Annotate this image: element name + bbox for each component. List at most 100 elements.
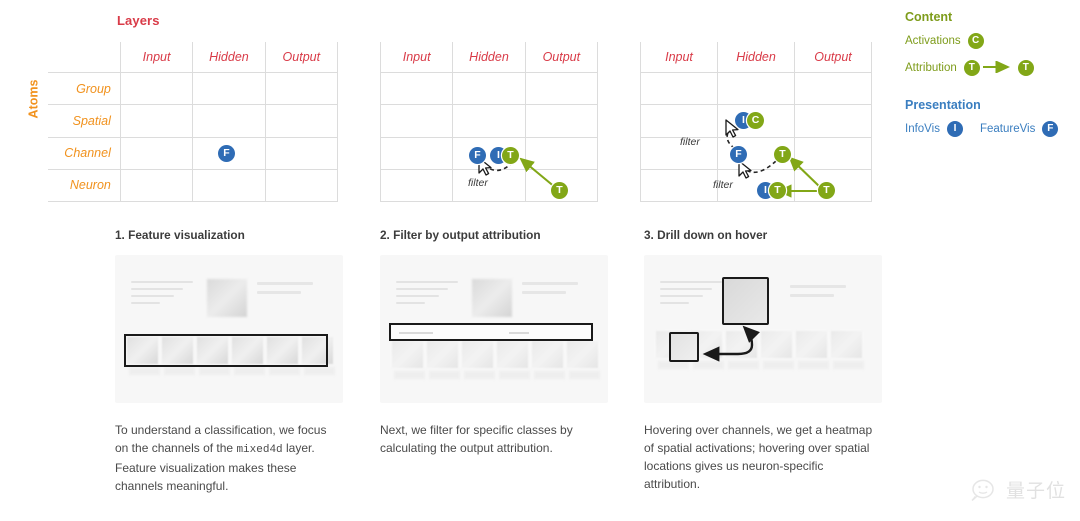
mock-image <box>207 279 247 317</box>
cell-channel-hidden <box>192 136 266 170</box>
cell-group-hidden <box>717 71 795 106</box>
panel-2-thumbnail[interactable] <box>380 255 608 403</box>
cell-spatial-input <box>640 104 718 138</box>
cell-group-output <box>524 71 599 106</box>
cell-spatial-output <box>264 104 339 138</box>
cell-group-output <box>794 71 872 106</box>
panel-feature-visualization: 1. Feature visualization To understand a… <box>115 228 343 495</box>
watermark: 量子位 <box>969 476 1066 503</box>
mock-text-lines <box>131 281 193 309</box>
wechat-face-icon <box>971 479 994 501</box>
column-header-input: Input <box>119 42 194 73</box>
mock-channel-strip <box>392 341 598 368</box>
row-label-channel: Channel <box>48 136 121 170</box>
cell-channel-hidden <box>452 136 526 170</box>
cell-neuron-input <box>119 168 194 203</box>
legend: Content Activations C Attribution T T Pr… <box>905 10 1080 148</box>
panels-region: 1. Feature visualization To understand a… <box>0 228 1080 521</box>
cell-neuron-hidden <box>452 168 526 203</box>
column-header-hidden: Hidden <box>452 42 526 73</box>
mock-strip-shadow <box>129 367 335 375</box>
legend-label-attribution: Attribution <box>905 62 957 74</box>
cell-spatial-output <box>794 104 872 138</box>
matrix-3: Input Hidden Output I C F T I T T filter… <box>640 42 872 203</box>
legend-item-attribution: Attribution T T <box>905 59 1080 76</box>
mock-tags <box>522 282 578 300</box>
legend-heading-content: Content <box>905 10 953 24</box>
legend-row-presentation: InfoVis I FeatureVis F <box>905 121 1080 137</box>
matrix-axis-label-atoms: Atoms <box>26 79 41 119</box>
cell-neuron-input <box>640 168 718 203</box>
panel-filter-by-output-attribution: 2. Filter by output attribution Next, we… <box>380 228 608 457</box>
cell-neuron-output <box>794 168 872 203</box>
cell-spatial-input <box>379 104 454 138</box>
cell-channel-output <box>264 136 339 170</box>
filter-bar[interactable] <box>389 323 593 341</box>
highlight-box-channels <box>124 334 328 367</box>
cell-channel-hidden <box>717 136 795 170</box>
panel-3-arrows <box>702 325 760 362</box>
column-header-hidden: Hidden <box>717 42 795 73</box>
mock-tags <box>257 282 313 300</box>
cell-group-input <box>379 71 454 106</box>
column-header-output: Output <box>794 42 872 73</box>
cell-channel-output <box>524 136 599 170</box>
badge-activations-icon: C <box>967 33 984 49</box>
panel-3-caption: Hovering over channels, we get a heatmap… <box>644 421 882 493</box>
legend-heading-presentation: Presentation <box>905 98 981 112</box>
matrix-corner <box>48 42 120 73</box>
legend-label-activations: Activations <box>905 35 961 47</box>
badge-infovis-icon: I <box>946 121 963 137</box>
arrow-right-icon <box>982 59 1016 76</box>
cell-neuron-hidden <box>192 168 266 203</box>
cell-spatial-output <box>524 104 599 138</box>
row-label-spatial: Spatial <box>48 104 121 138</box>
cell-channel-input <box>640 136 718 170</box>
panel-1-title: 1. Feature visualization <box>115 228 245 242</box>
legend-item-activations: Activations C <box>905 33 1080 49</box>
panel-1-caption: To understand a classification, we focus… <box>115 421 343 495</box>
panel-drill-down-on-hover: 3. Drill down on hover Hovering over cha… <box>644 228 882 493</box>
panel-2-caption: Next, we filter for specific classes by … <box>380 421 608 457</box>
cell-group-input <box>119 71 194 106</box>
mock-strip-shadow <box>394 371 600 379</box>
badge-featurevis-icon: F <box>1042 121 1059 137</box>
matrix-2: Input Hidden Output F I T T filter <box>379 42 599 203</box>
legend-label-featurevis: FeatureVis <box>979 123 1036 135</box>
cell-channel-input <box>119 136 194 170</box>
matrix-diagram-region: Layers Atoms Input Hidden Output Group S… <box>0 0 890 215</box>
mock-image <box>472 279 512 317</box>
panel-1-caption-code: mixed4d <box>236 444 283 456</box>
row-label-group: Group <box>48 71 121 106</box>
cell-spatial-hidden <box>452 104 526 138</box>
cell-spatial-hidden <box>192 104 266 138</box>
cell-channel-input <box>379 136 454 170</box>
panel-2-caption-part1: Next, we filter for specific classes by … <box>380 423 573 455</box>
column-header-output: Output <box>524 42 599 73</box>
badge-attribution-to-icon: T <box>1017 60 1034 76</box>
cell-spatial-input <box>119 104 194 138</box>
row-label-neuron: Neuron <box>48 168 121 203</box>
column-header-input: Input <box>379 42 454 73</box>
panel-1-thumbnail[interactable] <box>115 255 343 403</box>
cell-group-hidden <box>452 71 526 106</box>
badge-attribution-from-icon: T <box>963 60 980 76</box>
cell-neuron-hidden <box>717 168 795 203</box>
panel-2-title: 2. Filter by output attribution <box>380 228 541 242</box>
column-header-input: Input <box>640 42 718 73</box>
cell-group-input <box>640 71 718 106</box>
watermark-text: 量子位 <box>1005 480 1066 502</box>
panel-3-caption-part1: Hovering over channels, we get a heatmap… <box>644 423 873 491</box>
panel-3-thumbnail[interactable] <box>644 255 882 403</box>
mock-text-lines <box>396 281 458 309</box>
cell-neuron-output <box>264 168 339 203</box>
matrix-1: Input Hidden Output Group Spatial Channe… <box>48 42 339 203</box>
cell-group-output <box>264 71 339 106</box>
legend-label-infovis: InfoVis <box>905 123 940 135</box>
panel-3-title: 3. Drill down on hover <box>644 228 768 242</box>
cell-channel-output <box>794 136 872 170</box>
cell-group-hidden <box>192 71 266 106</box>
column-header-hidden: Hidden <box>192 42 266 73</box>
cell-neuron-input <box>379 168 454 203</box>
matrix-title-layers: Layers <box>117 13 160 28</box>
